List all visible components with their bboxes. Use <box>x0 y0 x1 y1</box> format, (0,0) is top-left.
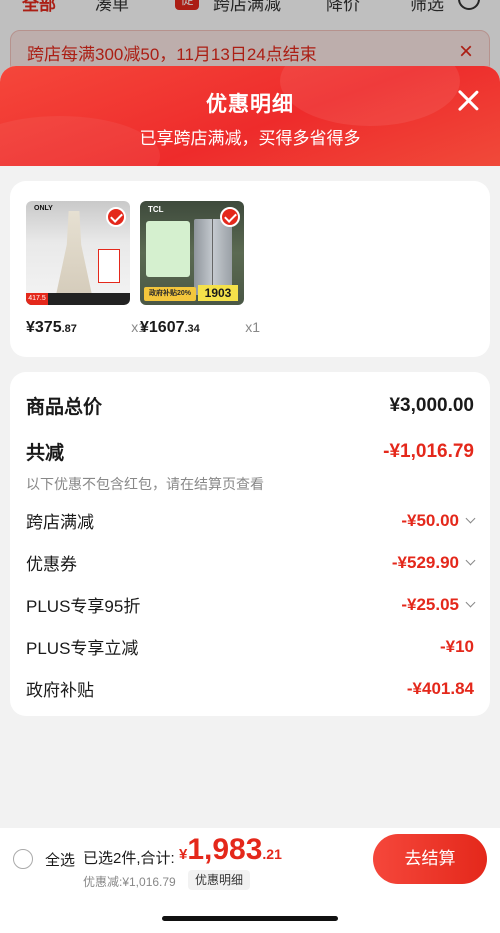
total-price-label: 商品总价 <box>26 397 103 418</box>
discount-summary-card: 商品总价 ¥3,000.00 共减 -¥1,016.79 以下优惠不包含红包，请… <box>10 372 490 716</box>
discount-value: -¥10 <box>439 636 474 656</box>
selected-summary: 已选2件,合计: <box>83 850 175 867</box>
model-figure <box>56 211 92 295</box>
discount-row-cross-store[interactable]: 跨店满减 -¥50.00 <box>26 508 476 533</box>
sheet-header: 优惠明细 已享跨店满减，买得多省得多 <box>0 66 500 196</box>
info-panel <box>146 221 190 277</box>
image-price-tag: 1903 <box>198 285 238 301</box>
close-icon[interactable] <box>456 88 480 112</box>
fridge-figure <box>194 219 232 295</box>
total-price-value: ¥3,000.00 <box>389 394 474 416</box>
discount-detail-link[interactable]: 优惠明细 <box>188 870 251 890</box>
home-indicator <box>162 916 338 921</box>
chevron-down-icon <box>465 513 476 524</box>
product-price: ¥1607.34 <box>140 319 200 336</box>
product-card: ONLY 417.5 ¥375.87 x1 TCL 政府补贴20% 1903 ¥… <box>10 181 490 357</box>
price-row: ¥375.87 x1 <box>26 319 146 337</box>
discount-value: -¥50.00 <box>401 511 476 531</box>
discount-row-subsidy: 政府补贴 -¥401.84 <box>26 676 474 701</box>
discount-value: -¥401.84 <box>406 678 474 698</box>
total-reduction-row: 共减 -¥1,016.79 <box>26 438 474 465</box>
discount-note: 以下优惠不包含红包，请在结算页查看 <box>26 476 264 492</box>
product-price: ¥375.87 <box>26 319 77 336</box>
product-item[interactable]: ONLY 417.5 ¥375.87 x1 <box>26 201 146 336</box>
discount-label: PLUS专享立减 <box>26 639 139 658</box>
subsidy-tag: 政府补贴20% <box>144 287 196 301</box>
brand-logo: TCL <box>148 205 164 214</box>
product-image: TCL 政府补贴20% 1903 <box>140 201 244 305</box>
price-row: ¥1607.34 x1 <box>140 319 260 337</box>
checkout-button[interactable]: 去结算 <box>373 834 487 884</box>
discount-row-coupon[interactable]: 优惠券 -¥529.90 <box>26 550 476 575</box>
total-reduction-label: 共减 <box>26 443 65 464</box>
info-panel <box>98 249 120 283</box>
discount-label: 政府补贴 <box>26 681 94 700</box>
image-price-tag: 417.5 <box>26 293 48 305</box>
chevron-down-icon <box>465 597 476 608</box>
total-reduction-value: -¥1,016.79 <box>383 440 474 462</box>
select-all-radio[interactable] <box>13 849 33 869</box>
check-icon[interactable] <box>220 207 240 227</box>
select-all-label[interactable]: 全选 <box>45 849 75 870</box>
sheet-subtitle: 已享跨店满减，买得多省得多 <box>139 129 361 148</box>
discount-row-plus-instant: PLUS专享立减 -¥10 <box>26 634 474 659</box>
sheet-title: 优惠明细 <box>206 93 294 116</box>
discount-value: -¥25.05 <box>401 595 476 615</box>
checkout-bar: 全选 已选2件,合计: ¥1,983.21 优惠减:¥1,016.79 优惠明细… <box>0 828 500 933</box>
total-price-row: 商品总价 ¥3,000.00 <box>26 392 474 419</box>
chevron-down-icon <box>465 555 476 566</box>
check-icon[interactable] <box>106 207 126 227</box>
discount-label: 跨店满减 <box>26 513 94 532</box>
product-quantity: x1 <box>245 319 260 335</box>
saved-amount: 优惠减:¥1,016.79 <box>83 875 176 889</box>
discount-label: PLUS专享95折 <box>26 597 141 616</box>
discount-label: 优惠券 <box>26 555 77 574</box>
brand-logo: ONLY <box>34 205 53 212</box>
product-image: ONLY 417.5 <box>26 201 130 305</box>
discount-row-plus-95[interactable]: PLUS专享95折 -¥25.05 <box>26 592 476 617</box>
discount-value: -¥529.90 <box>392 553 476 573</box>
grand-total: ¥1,983.21 <box>179 833 282 866</box>
product-item[interactable]: TCL 政府补贴20% 1903 ¥1607.34 x1 <box>140 201 260 336</box>
discount-detail-sheet: 优惠明细 已享跨店满减，买得多省得多 ONLY 417.5 ¥375.87 x1… <box>0 66 500 933</box>
